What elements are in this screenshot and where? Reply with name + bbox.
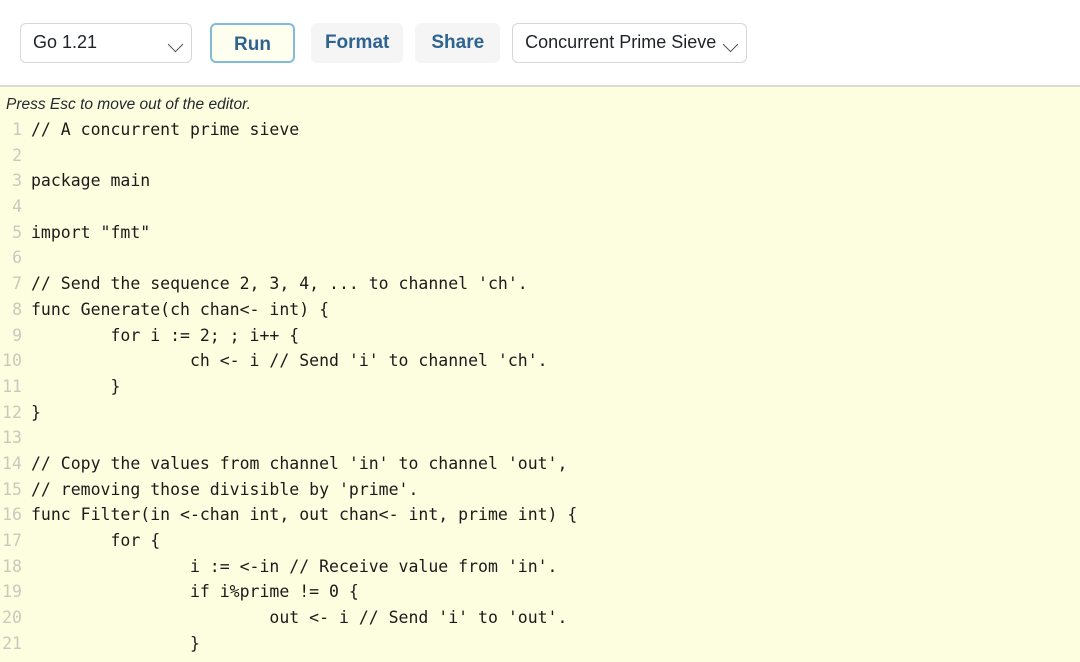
- line-number: 8: [12, 299, 22, 319]
- code-line[interactable]: 8 func Generate(ch chan<- int) {: [0, 297, 1080, 323]
- code-line[interactable]: 6: [0, 245, 1080, 271]
- run-button[interactable]: Run: [210, 22, 295, 63]
- line-number: 21: [2, 633, 22, 653]
- line-text: ch <- i // Send 'i' to channel 'ch'.: [31, 351, 548, 371]
- chevron-down-icon: [167, 36, 184, 52]
- code-line[interactable]: 9 for i := 2; ; i++ {: [0, 323, 1080, 349]
- line-text: // A concurrent prime sieve: [31, 120, 300, 139]
- example-program-select[interactable]: Concurrent Prime Sieve: [512, 22, 748, 63]
- code-line[interactable]: 18 i := <-in // Receive value from 'in'.: [0, 554, 1080, 580]
- code-line[interactable]: 14 // Copy the values from channel 'in' t…: [0, 451, 1080, 477]
- line-text: func Filter(in <-chan int, out chan<- in…: [31, 505, 578, 525]
- code-line[interactable]: 21 }: [0, 631, 1080, 657]
- line-number: 14: [2, 453, 22, 473]
- line-number: 18: [2, 556, 22, 576]
- chevron-down-icon: [722, 36, 739, 52]
- line-number: 7: [12, 274, 22, 294]
- code-line[interactable]: 19 if i%prime != 0 {: [0, 579, 1080, 605]
- line-number: 12: [2, 402, 22, 422]
- go-version-select[interactable]: Go 1.21: [20, 22, 192, 63]
- line-text: i := <-in // Receive value from 'in'.: [31, 556, 558, 576]
- line-number: 15: [2, 479, 22, 499]
- line-number: 20: [2, 608, 22, 628]
- code-lines-container[interactable]: 1 // A concurrent prime sieve 2 3 package ma…: [0, 117, 1080, 656]
- editor-hint-text: Press Esc to move out of the editor.: [6, 96, 251, 113]
- format-button[interactable]: Format: [310, 22, 404, 63]
- line-text: if i%prime != 0 {: [31, 582, 359, 602]
- line-text: }: [31, 633, 200, 653]
- code-line[interactable]: 10 ch <- i // Send 'i' to channel 'ch'.: [0, 348, 1080, 374]
- line-number: 13: [2, 428, 22, 448]
- code-line[interactable]: 4: [0, 194, 1080, 220]
- code-line[interactable]: 7 // Send the sequence 2, 3, 4, ... to ch…: [0, 271, 1080, 297]
- code-editor[interactable]: Press Esc to move out of the editor. 1 //…: [0, 85, 1080, 662]
- code-line[interactable]: 2: [0, 143, 1080, 169]
- line-number: 3: [12, 171, 22, 191]
- line-number: 16: [2, 505, 22, 525]
- line-text: package main: [31, 171, 151, 191]
- code-line[interactable]: 15 // removing those divisible by 'prime'…: [0, 477, 1080, 503]
- go-version-select-value: Go 1.21: [33, 32, 98, 52]
- line-number: 11: [2, 376, 22, 396]
- line-number: 2: [12, 145, 22, 165]
- toolbar: Go 1.21 Run Format Share Concurrent Prim…: [0, 0, 1080, 85]
- example-program-select-value: Concurrent Prime Sieve: [525, 32, 717, 52]
- line-number: 10: [2, 351, 22, 371]
- line-text: // removing those divisible by 'prime'.: [31, 479, 419, 499]
- line-text: out <- i // Send 'i' to 'out'.: [31, 608, 568, 628]
- line-text: // Copy the values from channel 'in' to …: [31, 453, 568, 473]
- line-number: 5: [12, 222, 22, 242]
- line-text: for {: [31, 531, 161, 550]
- code-line[interactable]: 11 }: [0, 374, 1080, 400]
- line-text: for i := 2; ; i++ {: [31, 325, 300, 345]
- code-line[interactable]: 3 package main: [0, 168, 1080, 194]
- line-text: }: [31, 376, 121, 396]
- code-line[interactable]: 12}: [0, 400, 1080, 426]
- code-line[interactable]: 20 out <- i // Send 'i' to 'out'.: [0, 605, 1080, 631]
- line-number: 4: [12, 197, 22, 217]
- line-number: 19: [2, 582, 22, 602]
- line-number: 9: [12, 325, 22, 345]
- line-number: 6: [12, 248, 22, 268]
- share-button[interactable]: Share: [415, 22, 501, 63]
- code-line[interactable]: 5 import "fmt": [0, 220, 1080, 246]
- line-text: }: [31, 402, 41, 422]
- code-line[interactable]: 16 func Filter(in <-chan int, out chan<- …: [0, 502, 1080, 528]
- line-text: func Generate(ch chan<- int) {: [31, 299, 330, 319]
- line-text: // Send the sequence 2, 3, 4, ... to cha…: [31, 274, 528, 294]
- code-line[interactable]: 17 for {: [0, 528, 1080, 554]
- code-line[interactable]: 1 // A concurrent prime sieve: [0, 117, 1080, 143]
- line-text: import "fmt": [31, 222, 151, 242]
- line-number: 1: [12, 120, 22, 139]
- code-line[interactable]: 13: [0, 425, 1080, 451]
- line-number: 17: [2, 531, 22, 550]
